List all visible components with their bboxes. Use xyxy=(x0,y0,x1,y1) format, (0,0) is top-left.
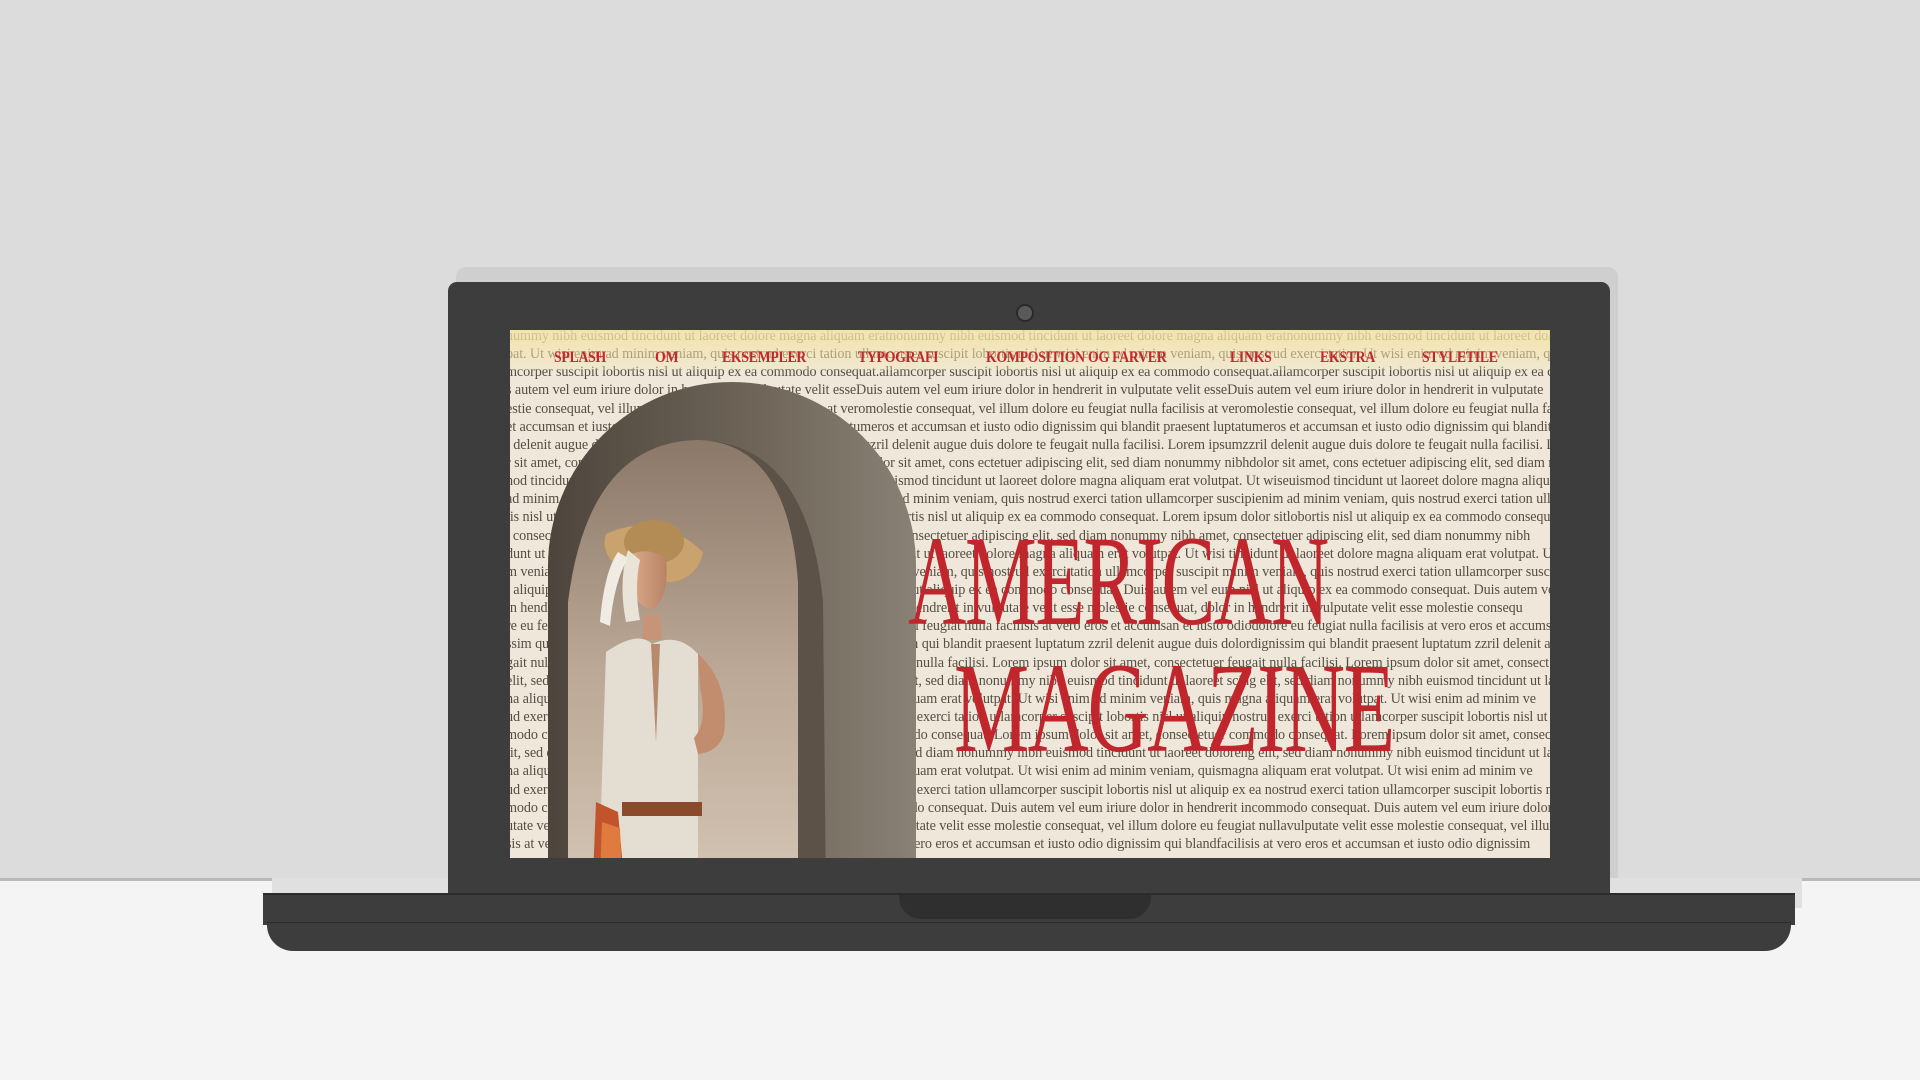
site-title-line-2: MAGAZINE xyxy=(954,637,1395,779)
laptop-base-bottom xyxy=(267,922,1791,951)
nav-item-links[interactable]: LINKS xyxy=(1230,349,1272,367)
laptop-opening-notch xyxy=(899,895,1151,919)
nav-item-eksempler[interactable]: EKSEMPLER xyxy=(722,349,806,367)
main-nav: SPLASH OM EKSEMPLER TYPOGRAFI KOMPOSITIO… xyxy=(510,349,1550,369)
site-title-line-1: AMERICAN xyxy=(908,510,1329,652)
nav-item-ekstra[interactable]: EKSTRA xyxy=(1320,349,1375,367)
nav-item-typografi[interactable]: TYPOGRAFI xyxy=(858,349,939,367)
webcam-icon xyxy=(1016,304,1034,322)
laptop-screen[interactable]: nummy nibh euismod tincidunt ut laoreet … xyxy=(510,330,1550,858)
nav-item-komposition-og-farver[interactable]: KOMPOSITION OG FARVER xyxy=(986,349,1167,367)
nav-item-styletile[interactable]: STYLETILE xyxy=(1422,349,1498,367)
nav-item-om[interactable]: OM xyxy=(655,349,678,367)
fashion-photo xyxy=(548,382,916,858)
nav-item-splash[interactable]: SPLASH xyxy=(554,349,606,367)
desktop-scene: nummy nibh euismod tincidunt ut laoreet … xyxy=(0,0,1920,1080)
